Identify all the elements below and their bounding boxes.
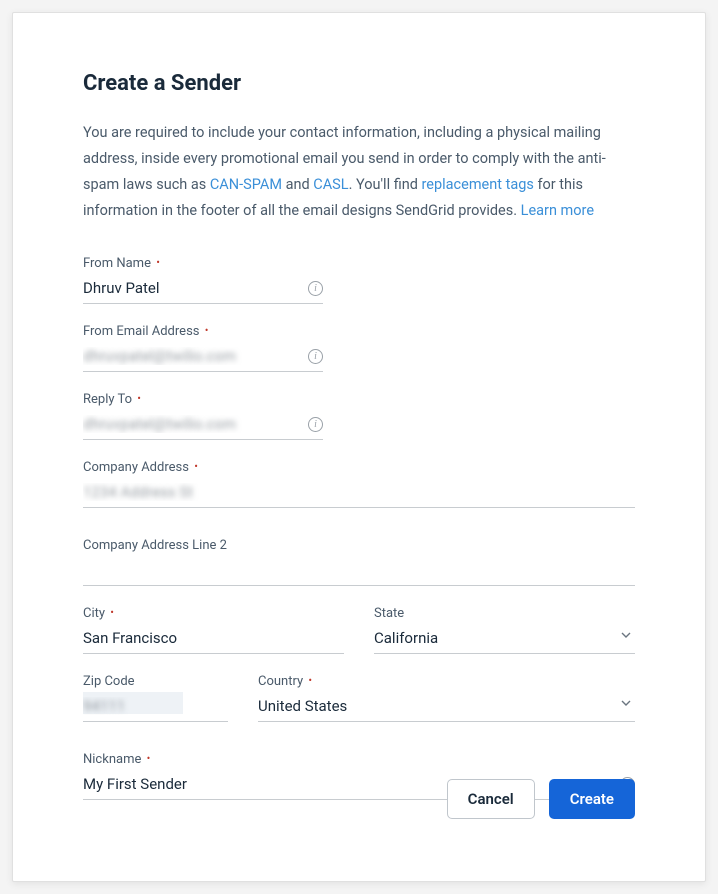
zip-label: Zip Code (83, 674, 228, 689)
zip-field: Zip Code (83, 674, 228, 722)
description-text: You are required to include your contact… (83, 120, 635, 224)
from-email-field: From Email Address • i (83, 324, 323, 372)
can-spam-link[interactable]: CAN-SPAM (210, 176, 282, 193)
page-title: Create a Sender (83, 71, 635, 96)
casl-link[interactable]: CASL (313, 176, 348, 193)
city-input[interactable] (83, 625, 344, 654)
state-field: State (374, 606, 635, 654)
from-name-field: From Name • i (83, 256, 323, 304)
company-address2-input[interactable] (83, 557, 635, 586)
from-email-label: From Email Address • (83, 324, 323, 339)
cancel-button[interactable]: Cancel (447, 779, 535, 819)
state-select[interactable] (374, 625, 635, 654)
from-name-label: From Name • (83, 256, 323, 271)
company-address-input[interactable] (83, 479, 635, 508)
country-select[interactable] (258, 693, 635, 722)
company-address2-field: Company Address Line 2 (83, 538, 635, 586)
learn-more-link[interactable]: Learn more (521, 202, 594, 219)
company-address-field: Company Address • (83, 460, 635, 508)
zip-input[interactable] (83, 693, 228, 722)
reply-to-field: Reply To • i (83, 392, 323, 440)
reply-to-input[interactable] (83, 411, 323, 440)
state-label: State (374, 606, 635, 621)
create-sender-card: Create a Sender You are required to incl… (12, 12, 706, 882)
city-label: City • (83, 606, 344, 621)
from-email-input[interactable] (83, 343, 323, 372)
nickname-label: Nickname • (83, 752, 635, 767)
form-actions: Cancel Create (447, 779, 635, 819)
create-button[interactable]: Create (549, 779, 635, 819)
from-name-input[interactable] (83, 275, 323, 304)
company-address-label: Company Address • (83, 460, 635, 475)
company-address2-label: Company Address Line 2 (83, 538, 635, 553)
replacement-tags-link[interactable]: replacement tags (422, 176, 534, 193)
reply-to-label: Reply To • (83, 392, 323, 407)
country-label: Country • (258, 674, 635, 689)
city-field: City • (83, 606, 344, 654)
country-field: Country • (258, 674, 635, 722)
